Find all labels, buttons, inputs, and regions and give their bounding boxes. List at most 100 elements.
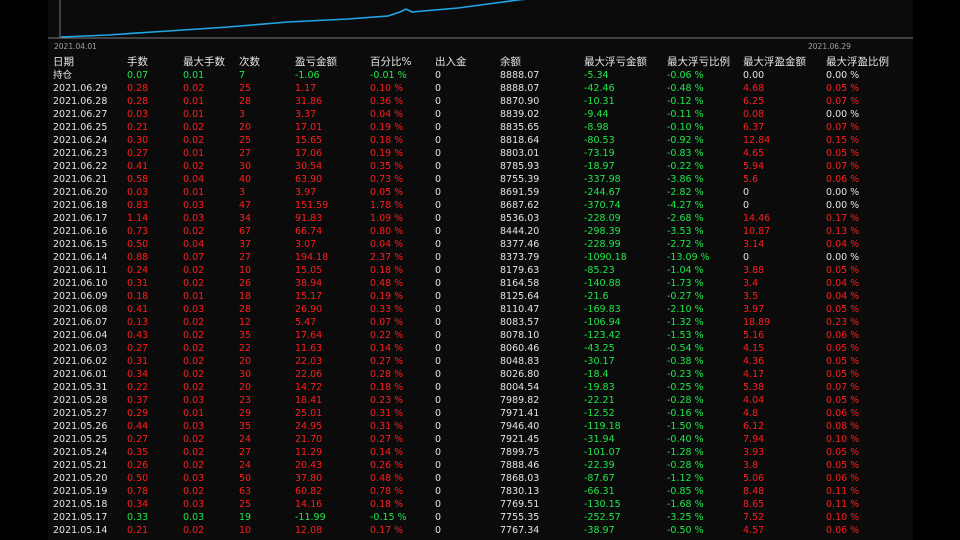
cell-max-lots: 0.02 — [183, 369, 205, 380]
cell-pnl: -11.99 — [295, 512, 326, 523]
cell-max-float-profit: 3.14 — [743, 239, 765, 250]
cell-pnl: 11.29 — [295, 447, 323, 458]
table-row: 2021.06.23 0.27 0.01 27 17.06 0.19 % 0 8803.01 -… — [48, 147, 913, 160]
cell-max-float-loss-pct: -0.27 % — [667, 291, 704, 302]
cell-percent: 0.19 % — [370, 122, 404, 133]
cell-max-lots: 0.02 — [183, 161, 205, 172]
table-row: 2021.05.31 0.22 0.02 20 14.72 0.18 % 0 8004.54 -… — [48, 381, 913, 394]
cell-max-lots: 0.02 — [183, 83, 205, 94]
cell-date: 2021.06.03 — [53, 343, 108, 354]
cell-deposit: 0 — [435, 265, 442, 276]
cell-lots: 0.44 — [127, 421, 149, 432]
cell-balance: 8060.46 — [500, 343, 540, 354]
cell-deposit: 0 — [435, 382, 442, 393]
cell-max-float-profit-pct: 0.15 % — [826, 135, 860, 146]
cell-pnl: 14.72 — [295, 382, 323, 393]
table-row: 2021.05.19 0.78 0.02 63 60.82 0.78 % 0 7830.13 -… — [48, 485, 913, 498]
cell-max-lots: 0.02 — [183, 330, 205, 341]
cell-max-float-profit-pct: 0.00 % — [826, 200, 860, 211]
cell-deposit: 0 — [435, 252, 442, 263]
cell-date: 2021.05.14 — [53, 525, 108, 536]
cell-balance: 8785.93 — [500, 161, 540, 172]
table-row: 2021.05.26 0.44 0.03 35 24.95 0.31 % 0 7946.40 -… — [48, 420, 913, 433]
cell-max-float-loss-pct: -0.12 % — [667, 96, 704, 107]
cell-max-float-loss-pct: -0.23 % — [667, 369, 704, 380]
cell-max-float-loss: -228.09 — [584, 213, 621, 224]
cell-max-float-loss: -8.98 — [584, 122, 609, 133]
cell-balance: 8048.83 — [500, 356, 540, 367]
cell-count: 35 — [239, 421, 252, 432]
cell-percent: 0.05 % — [370, 187, 404, 198]
cell-max-lots: 0.02 — [183, 525, 205, 536]
cell-max-float-loss-pct: -3.86 % — [667, 174, 704, 185]
cell-percent: 0.07 % — [370, 317, 404, 328]
cell-pnl: 25.01 — [295, 408, 323, 419]
cell-max-float-profit-pct: 0.08 % — [826, 421, 860, 432]
cell-max-float-loss: -85.23 — [584, 265, 615, 276]
cell-max-float-loss-pct: -0.83 % — [667, 148, 704, 159]
cell-max-float-loss: -252.57 — [584, 512, 621, 523]
cell-deposit: 0 — [435, 83, 442, 94]
cell-lots: 0.78 — [127, 486, 149, 497]
cell-max-float-profit-pct: 0.05 % — [826, 447, 860, 458]
cell-pnl: 26.90 — [295, 304, 323, 315]
cell-max-float-loss-pct: -0.28 % — [667, 460, 704, 471]
cell-pnl: 17.64 — [295, 330, 323, 341]
cell-lots: 0.33 — [127, 512, 149, 523]
cell-lots: 0.73 — [127, 226, 149, 237]
cell-pnl: 38.94 — [295, 278, 323, 289]
cell-max-lots: 0.03 — [183, 395, 205, 406]
table-row: 2021.06.25 0.21 0.02 20 17.01 0.19 % 0 8835.65 -… — [48, 121, 913, 134]
cell-balance: 7767.34 — [500, 525, 540, 536]
cell-balance: 8691.59 — [500, 187, 540, 198]
cell-max-float-profit: 5.6 — [743, 174, 759, 185]
cell-max-float-profit: 4.17 — [743, 369, 765, 380]
cell-max-float-loss-pct: -1.73 % — [667, 278, 704, 289]
cell-count: 23 — [239, 395, 252, 406]
table-row: 2021.05.20 0.50 0.03 50 37.80 0.48 % 0 7868.03 -… — [48, 472, 913, 485]
cell-max-lots: 0.07 — [183, 252, 205, 263]
cell-pnl: 15.65 — [295, 135, 323, 146]
cell-date: 2021.06.09 — [53, 291, 108, 302]
balance-curve-line — [60, 0, 527, 38]
cell-lots: 0.29 — [127, 408, 149, 419]
cell-date: 2021.06.20 — [53, 187, 108, 198]
table-row: 2021.06.24 0.30 0.02 25 15.65 0.18 % 0 8818.64 -… — [48, 134, 913, 147]
cell-max-float-profit-pct: 0.05 % — [826, 304, 860, 315]
table-row: 2021.06.20 0.03 0.01 3 3.97 0.05 % 0 8691.59 -24… — [48, 186, 913, 199]
cell-count: 18 — [239, 291, 252, 302]
cell-max-float-loss: -106.94 — [584, 317, 621, 328]
cell-max-float-loss: -30.17 — [584, 356, 615, 367]
cell-pnl: 63.90 — [295, 174, 323, 185]
cell-pnl: 30.54 — [295, 161, 323, 172]
cell-percent: 0.28 % — [370, 369, 404, 380]
cell-lots: 0.03 — [127, 187, 149, 198]
cell-balance: 8125.64 — [500, 291, 540, 302]
cell-max-float-profit-pct: 0.05 % — [826, 83, 860, 94]
cell-max-lots: 0.02 — [183, 434, 205, 445]
cell-balance: 8078.10 — [500, 330, 540, 341]
cell-max-float-loss: -80.53 — [584, 135, 615, 146]
cell-date: 2021.06.22 — [53, 161, 108, 172]
cell-max-lots: 0.03 — [183, 304, 205, 315]
cell-pnl: 3.97 — [295, 187, 317, 198]
cell-date: 2021.05.18 — [53, 499, 108, 510]
cell-percent: 0.22 % — [370, 330, 404, 341]
cell-count: 10 — [239, 265, 252, 276]
cell-pnl: 66.74 — [295, 226, 323, 237]
cell-max-lots: 0.01 — [183, 291, 205, 302]
cell-lots: 0.22 — [127, 382, 149, 393]
cell-max-lots: 0.01 — [183, 408, 205, 419]
cell-percent: -0.15 % — [370, 512, 407, 523]
cell-balance: 8026.80 — [500, 369, 540, 380]
cell-percent: 0.18 % — [370, 499, 404, 510]
cell-percent: 0.17 % — [370, 525, 404, 536]
cell-max-float-profit: 4.57 — [743, 525, 765, 536]
cell-max-float-loss-pct: -1.12 % — [667, 473, 704, 484]
cell-count: 47 — [239, 200, 252, 211]
header-max-float-profit: 最大浮盈金额 — [743, 56, 806, 68]
cell-count: 28 — [239, 96, 252, 107]
cell-max-float-profit: 5.06 — [743, 473, 765, 484]
cell-max-float-profit: 3.4 — [743, 278, 759, 289]
cell-deposit: 0 — [435, 122, 442, 133]
